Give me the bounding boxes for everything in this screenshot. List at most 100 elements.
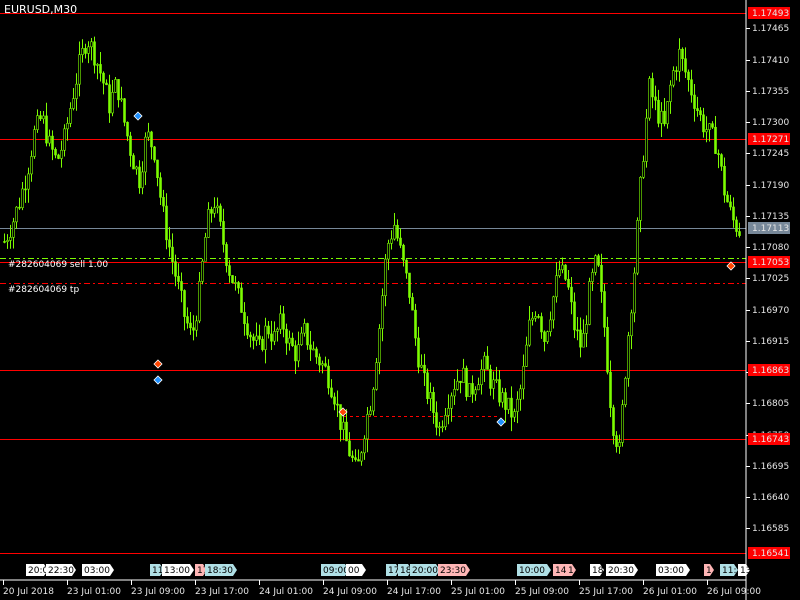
session-tag-label: 23:30 — [440, 566, 466, 576]
candle-body — [225, 244, 228, 266]
candle-body — [15, 206, 18, 223]
candle-body — [204, 237, 207, 262]
price-tick-label: 1.16695 — [752, 462, 789, 472]
candle-body — [108, 84, 111, 114]
time-tick-label: 23 Jul 01:00 — [67, 587, 121, 597]
candle-body — [312, 348, 315, 351]
order-sell-label[interactable]: #282604069 sell 1.00 — [8, 260, 108, 270]
candle-body — [600, 264, 603, 292]
candle-body — [30, 156, 33, 175]
time-tick-label: 23 Jul 17:00 — [195, 587, 249, 597]
candle-body — [456, 380, 459, 390]
candle-body — [687, 71, 690, 81]
candle-body — [309, 344, 312, 350]
candle-body — [174, 261, 177, 277]
candle-body — [48, 135, 51, 144]
session-tag-label: 03:00 — [658, 566, 684, 576]
price-highlight-label: 1.17053 — [752, 258, 789, 268]
candle-body — [666, 101, 669, 125]
candle-body — [342, 421, 345, 430]
candle-body — [375, 362, 378, 390]
time-tick-label: 23 Jul 09:00 — [131, 587, 185, 597]
candle-body — [141, 171, 144, 189]
candle-body — [81, 48, 84, 56]
candle-body — [258, 335, 261, 340]
candle-body — [504, 392, 507, 410]
candle-body — [192, 327, 195, 331]
price-tick-label: 1.17300 — [752, 118, 789, 128]
candle-body — [243, 312, 246, 325]
candle-body — [444, 415, 447, 428]
candle-body — [597, 255, 600, 266]
candle-body — [39, 115, 42, 120]
candle-body — [327, 365, 330, 389]
candle-body — [564, 264, 567, 280]
candle-body — [546, 331, 549, 342]
candle-body — [216, 205, 219, 209]
candle-body — [495, 379, 498, 381]
candle-body — [339, 404, 342, 430]
candle-body — [480, 369, 483, 386]
candle-body — [279, 313, 282, 330]
candle-body — [426, 372, 429, 399]
session-tag-label: 1 — [568, 566, 574, 576]
candle-body — [384, 258, 387, 297]
candle-body — [324, 363, 327, 367]
candle-body — [75, 83, 78, 99]
candle-body — [228, 265, 231, 276]
price-tick-label: 1.16970 — [752, 306, 789, 316]
candle-body — [714, 126, 717, 154]
candle-body — [606, 326, 609, 373]
candle-body — [405, 259, 408, 274]
price-tick-label: 1.17355 — [752, 87, 789, 97]
candle-body — [57, 154, 60, 159]
price-tick-label: 1.17135 — [752, 212, 789, 222]
candle-body — [276, 328, 279, 332]
order-tp-label[interactable]: #282604069 tp — [8, 285, 79, 295]
candle-body — [693, 94, 696, 109]
candle-body — [552, 296, 555, 321]
session-tag-label: 18 — [400, 566, 412, 576]
candle-body — [123, 98, 126, 123]
candle-body — [306, 323, 309, 346]
candle-body — [519, 388, 522, 400]
candle-body — [351, 455, 354, 458]
candle-body — [210, 209, 213, 214]
time-tick-label: 20 Jul 2018 — [3, 587, 54, 597]
candle-body — [423, 364, 426, 374]
candle-body — [372, 388, 375, 412]
candle-body — [414, 309, 417, 339]
candle-body — [282, 313, 285, 330]
session-tag-label: 1 — [706, 566, 712, 576]
candle-body — [240, 287, 243, 313]
candle-body — [288, 337, 291, 344]
candle-body — [657, 99, 660, 124]
candle-body — [105, 82, 108, 86]
candle-body — [660, 110, 663, 124]
candle-body — [183, 290, 186, 317]
candle-body — [147, 131, 150, 138]
candle-body — [366, 414, 369, 440]
candle-body — [237, 282, 240, 289]
candle-body — [702, 114, 705, 133]
price-highlight-label: 1.17493 — [752, 9, 789, 19]
candle-body — [135, 166, 138, 170]
candle-body — [96, 64, 99, 66]
price-tick-label: 1.17465 — [752, 24, 789, 34]
candle-body — [609, 371, 612, 408]
candle-body — [477, 384, 480, 391]
candle-body — [102, 72, 105, 84]
candle-body — [489, 369, 492, 389]
candle-body — [42, 115, 45, 120]
candle-body — [396, 224, 399, 239]
candle-body — [318, 356, 321, 366]
candle-body — [117, 79, 120, 101]
candle-body — [177, 275, 180, 282]
candle-body — [435, 412, 438, 428]
session-tag-label: 17 — [388, 566, 399, 576]
candle-body — [732, 206, 735, 221]
candle-body — [60, 149, 63, 159]
candle-body — [450, 395, 453, 409]
candle-body — [321, 363, 324, 366]
price-chart[interactable]: 20:0 22:30 03:00 11 13:00 1718:30 09:00 00 17 18 2… — [0, 0, 800, 600]
